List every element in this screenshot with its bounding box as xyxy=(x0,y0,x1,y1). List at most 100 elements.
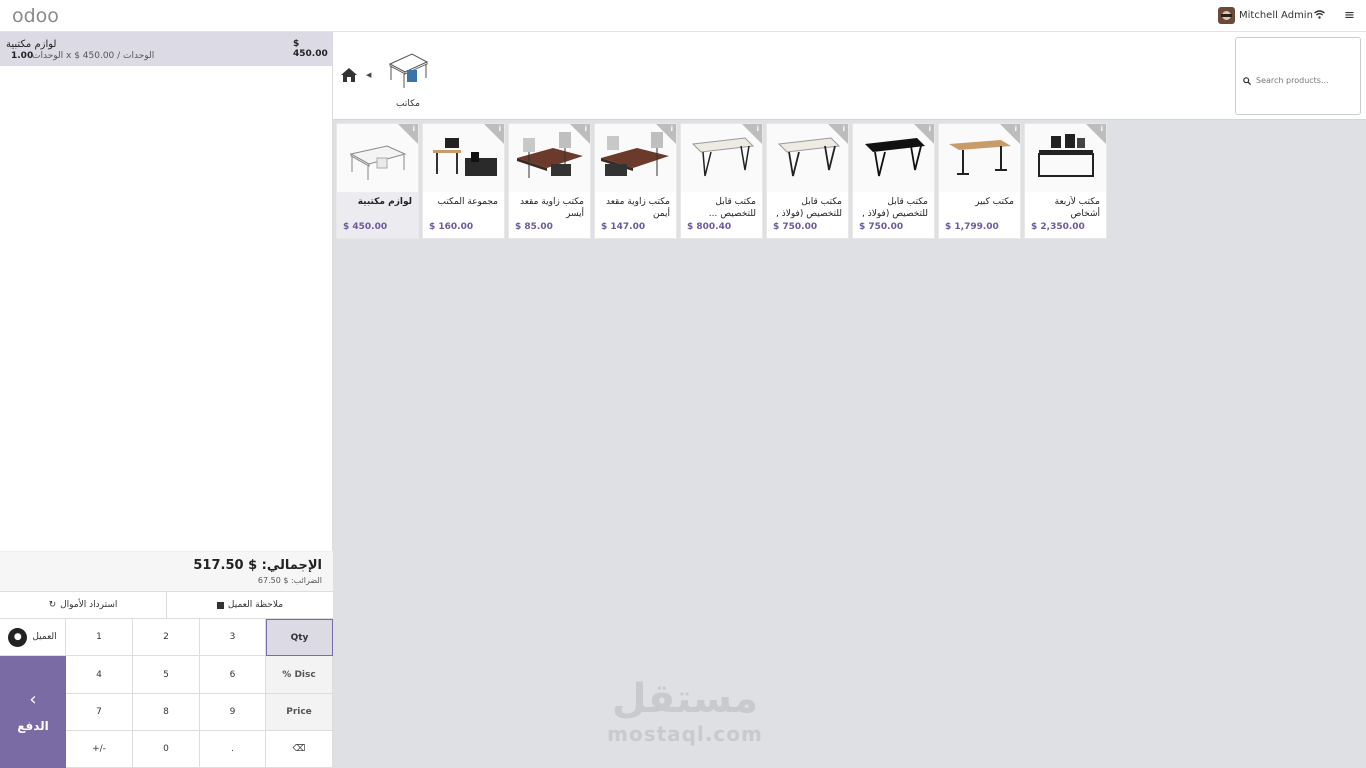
product-price: $ 85.00 xyxy=(515,222,553,232)
product-card[interactable]: i مجموعة المكتب $ 160.00 xyxy=(422,123,505,239)
hamburger-menu-icon[interactable]: ≡ xyxy=(1344,8,1355,23)
mode-price-button[interactable]: Price xyxy=(266,694,333,731)
wifi-icon[interactable] xyxy=(1314,10,1325,22)
product-price: $ 450.00 xyxy=(343,222,388,232)
product-card[interactable]: i مكتب زاوية مقعد أيسر $ 85.00 xyxy=(508,123,591,239)
info-corner xyxy=(914,124,934,144)
user-name: Mitchell Admin xyxy=(1239,10,1313,21)
search-icon xyxy=(1243,77,1251,85)
refund-icon: ↻ xyxy=(48,600,57,610)
refund-button[interactable]: ↻ استرداد الأموال xyxy=(0,592,166,618)
desk-category-icon xyxy=(388,53,429,88)
order-line-unit-price: الوحدات x $ 450.00 / الوحدات xyxy=(32,51,155,61)
category-desks-label: مكاتب xyxy=(396,99,420,109)
product-card[interactable]: i مكتب قابل للتخصيص (فولاذ , $ 750.00 xyxy=(852,123,935,239)
search-input[interactable] xyxy=(1256,72,1356,88)
info-corner xyxy=(742,124,762,144)
customer-button[interactable]: ● العميل xyxy=(0,619,66,656)
numpad-key-7[interactable]: 7 xyxy=(66,694,133,731)
order-panel: لوازم مكتبية $ 450.00 1.00 الوحدات x $ 4… xyxy=(0,32,333,768)
info-icon[interactable]: i xyxy=(1101,125,1103,133)
product-price: $ 800.40 xyxy=(687,222,732,232)
product-name: مكتب زاوية مقعد أيمن xyxy=(605,197,670,219)
watermark: مستقل mostaql.com xyxy=(600,676,770,746)
product-name: مكتب قابل للتخصيص ... xyxy=(708,197,756,219)
payment-pad: ● العميل ‹ الدفع 1 2 3 Qty 4 5 6 % Disc … xyxy=(0,619,333,768)
numpad-key-9[interactable]: 9 xyxy=(200,694,266,731)
numpad-key-5[interactable]: 5 xyxy=(133,656,200,694)
note-icon xyxy=(216,601,224,609)
customer-note-button[interactable]: ملاحظة العميل xyxy=(166,592,333,618)
product-name: مكتب لأربعة أشخاص xyxy=(1054,197,1100,219)
info-corner xyxy=(570,124,590,144)
info-icon[interactable]: i xyxy=(1015,125,1017,133)
mode-qty-button[interactable]: Qty xyxy=(266,619,333,656)
product-card[interactable]: i مكتب كبير $ 1,799.00 xyxy=(938,123,1021,239)
category-bar: ◀ مكاتب xyxy=(333,32,1366,120)
refund-label: استرداد الأموال xyxy=(60,600,118,610)
user-avatar xyxy=(1218,7,1235,24)
chevron-left-icon: ‹ xyxy=(29,689,37,710)
product-name: مكتب كبير xyxy=(975,197,1014,207)
numpad-key-plus-minus[interactable]: +/- xyxy=(66,731,133,768)
pay-button[interactable]: ‹ الدفع xyxy=(0,656,66,768)
product-name: مكتب قابل للتخصيص (فولاذ , xyxy=(776,197,842,219)
info-icon[interactable]: i xyxy=(499,125,501,133)
numpad-key-4[interactable]: 4 xyxy=(66,656,133,694)
product-price: $ 2,350.00 xyxy=(1031,222,1085,232)
watermark-arabic: مستقل xyxy=(611,676,759,722)
numpad-key-8[interactable]: 8 xyxy=(133,694,200,731)
product-price: $ 750.00 xyxy=(773,222,818,232)
breadcrumb-arrow-icon: ◀ xyxy=(366,71,372,79)
product-price: $ 750.00 xyxy=(859,222,904,232)
info-icon[interactable]: i xyxy=(585,125,587,133)
customer-label: العميل xyxy=(32,632,57,642)
order-summary: الإجمالي: $ 517.50 الضرائب: $ 67.50 xyxy=(0,551,333,591)
numpad-key-2[interactable]: 2 xyxy=(133,619,200,656)
product-price: $ 160.00 xyxy=(429,222,474,232)
mode-discount-button[interactable]: % Disc xyxy=(266,656,333,694)
info-corner xyxy=(484,124,504,144)
user-icon: ● xyxy=(8,627,28,647)
info-corner xyxy=(1086,124,1106,144)
product-name: لوازم مكتبية xyxy=(357,197,412,207)
customer-note-label: ملاحظة العميل xyxy=(227,600,284,610)
order-line[interactable]: لوازم مكتبية $ 450.00 1.00 الوحدات x $ 4… xyxy=(0,32,333,66)
order-taxes: الضرائب: $ 67.50 xyxy=(257,576,322,585)
products-panel: ◀ مكاتب i لوازم مكتبية xyxy=(333,32,1366,768)
numpad-key-0[interactable]: 0 xyxy=(133,731,200,768)
user-menu[interactable]: Mitchell Admin xyxy=(1218,7,1313,24)
info-icon[interactable]: i xyxy=(929,125,931,133)
product-card[interactable]: i لوازم مكتبية $ 450.00 xyxy=(336,123,419,239)
numpad-key-3[interactable]: 3 xyxy=(200,619,266,656)
info-corner xyxy=(398,124,418,144)
product-name: مكتب زاوية مقعد أيسر xyxy=(519,197,584,219)
top-bar: odoo Mitchell Admin ≡ xyxy=(0,0,1366,32)
info-corner xyxy=(656,124,676,144)
search-box[interactable] xyxy=(1235,37,1361,115)
backspace-icon[interactable]: ⌫ xyxy=(266,731,333,768)
info-icon[interactable]: i xyxy=(843,125,845,133)
numpad-key-decimal[interactable]: . xyxy=(200,731,266,768)
info-corner xyxy=(828,124,848,144)
category-desks[interactable]: مكاتب xyxy=(386,50,430,112)
watermark-latin: mostaql.com xyxy=(607,722,763,746)
product-name: مجموعة المكتب xyxy=(437,197,498,207)
info-icon[interactable]: i xyxy=(757,125,759,133)
info-corner xyxy=(1000,124,1020,144)
order-line-price: $ 450.00 xyxy=(293,39,328,59)
product-card[interactable]: i مكتب زاوية مقعد أيمن $ 147.00 xyxy=(594,123,677,239)
info-icon[interactable]: i xyxy=(413,125,415,133)
product-price: $ 147.00 xyxy=(601,222,646,232)
product-name: مكتب قابل للتخصيص (فولاذ , xyxy=(862,197,928,219)
product-grid: i لوازم مكتبية $ 450.00 i مجموعة المكتب … xyxy=(336,123,1107,239)
product-card[interactable]: i مكتب قابل للتخصيص ... $ 800.40 xyxy=(680,123,763,239)
numpad: 1 2 3 Qty 4 5 6 % Disc 7 8 9 Price +/- 0… xyxy=(66,619,333,768)
home-icon[interactable] xyxy=(340,67,358,83)
product-card[interactable]: i مكتب لأربعة أشخاص $ 2,350.00 xyxy=(1024,123,1107,239)
info-icon[interactable]: i xyxy=(671,125,673,133)
numpad-key-6[interactable]: 6 xyxy=(200,656,266,694)
pay-label: الدفع xyxy=(17,719,49,733)
product-card[interactable]: i مكتب قابل للتخصيص (فولاذ , $ 750.00 xyxy=(766,123,849,239)
numpad-key-1[interactable]: 1 xyxy=(66,619,133,656)
